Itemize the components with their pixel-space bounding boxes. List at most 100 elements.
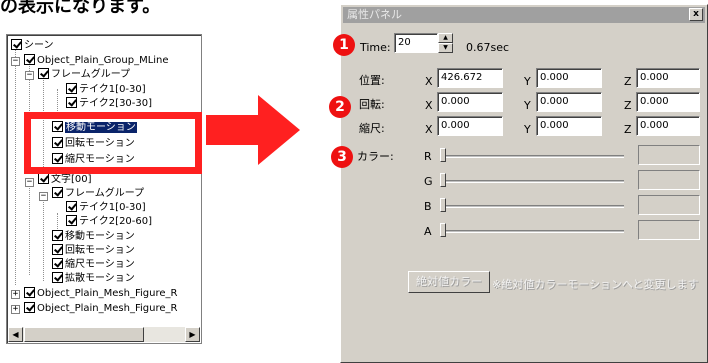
collapse-icon[interactable]: − — [39, 192, 48, 201]
tree-item-take2[interactable]: テイク2[30-30] — [66, 97, 152, 111]
checkbox-icon[interactable] — [66, 83, 77, 94]
axis-x-label: X — [425, 75, 433, 88]
red-slider-track[interactable] — [440, 155, 624, 158]
tree-item-group[interactable]: Object_Plain_Group_MLine — [24, 54, 169, 68]
channel-b-label: B — [424, 200, 432, 213]
checkbox-icon[interactable] — [66, 215, 77, 226]
blue-color-swatch — [638, 195, 700, 215]
absolute-color-note: ※絶対値カラーモーションへと変更します — [492, 278, 699, 291]
panel-titlebar[interactable]: 属性パネル x — [343, 7, 705, 23]
tree-item-take1-2[interactable]: テイク1[0-30] — [66, 201, 146, 215]
close-button[interactable]: x — [689, 8, 703, 21]
horizontal-scrollbar[interactable]: ◀ ▶ — [8, 327, 200, 342]
channel-g-label: G — [424, 175, 433, 188]
tree-item-diffuse-motion[interactable]: 拡散モーション — [52, 272, 135, 286]
screenshot-stage: の表示になります。 シーン − Object_Plain_Group_MLine… — [0, 0, 708, 363]
green-color-swatch — [638, 170, 700, 190]
rotation-x-field[interactable]: 0.000 — [437, 92, 503, 112]
position-x-field[interactable]: 426.672 — [437, 68, 503, 88]
scale-label: 縮尺: — [359, 122, 385, 135]
axis-y-label: Y — [524, 75, 531, 88]
checkbox-icon[interactable] — [11, 39, 22, 50]
tree-item-frame-group[interactable]: フレームグループ — [38, 68, 130, 82]
position-z-field[interactable]: 0.000 — [636, 68, 700, 88]
tree-item-move-motion-2[interactable]: 移動モーション — [52, 230, 135, 244]
checkbox-icon[interactable] — [52, 272, 63, 283]
time-seconds: 0.67sec — [466, 41, 510, 54]
tree-item-text[interactable]: 文字[00] — [38, 173, 92, 187]
expand-icon[interactable]: + — [11, 290, 20, 299]
axis-z-label: Z — [624, 99, 632, 112]
checkbox-icon[interactable] — [52, 230, 63, 241]
position-y-field[interactable]: 0.000 — [536, 68, 602, 88]
highlight-box — [24, 112, 202, 174]
tree-item-scale-motion-2[interactable]: 縮尺モーション — [52, 258, 135, 272]
tree-connector — [43, 199, 44, 281]
tree-item-rotate-motion-2[interactable]: 回転モーション — [52, 244, 135, 258]
time-spinner[interactable]: ▲ ▼ — [438, 33, 453, 53]
tree-item-scene[interactable]: シーン — [11, 39, 54, 53]
step-badge-2: 2 — [329, 96, 351, 118]
green-slider-thumb[interactable] — [440, 173, 446, 187]
red-color-swatch — [638, 145, 700, 165]
tree-item-take1[interactable]: テイク1[0-30] — [66, 83, 146, 97]
checkbox-icon[interactable] — [38, 173, 49, 184]
checkbox-icon[interactable] — [66, 97, 77, 108]
checkbox-icon[interactable] — [52, 258, 63, 269]
checkbox-icon[interactable] — [52, 244, 63, 255]
panel-title: 属性パネル — [347, 8, 402, 21]
scroll-left-icon[interactable]: ◀ — [8, 327, 23, 342]
checkbox-icon[interactable] — [52, 187, 63, 198]
arrow-right-icon — [206, 95, 300, 165]
tree-connector — [29, 185, 30, 275]
axis-x-label: X — [425, 123, 433, 136]
red-slider-thumb[interactable] — [440, 148, 446, 162]
axis-y-label: Y — [524, 123, 531, 136]
checkbox-icon[interactable] — [24, 54, 35, 65]
page-headline: の表示になります。 — [0, 0, 161, 17]
axis-z-label: Z — [624, 75, 632, 88]
tree-item-mesh-figure-1[interactable]: Object_Plain_Mesh_Figure_R — [24, 287, 177, 301]
tree-item-frame-group-2[interactable]: フレームグループ — [52, 187, 144, 201]
alpha-slider-thumb[interactable] — [440, 223, 446, 237]
absolute-color-button[interactable]: 絶対値カラー — [408, 271, 490, 293]
spin-down-icon[interactable]: ▼ — [438, 43, 453, 53]
color-label: カラー: — [357, 150, 394, 163]
blue-slider-thumb[interactable] — [440, 198, 446, 212]
tree-item-take2-2[interactable]: テイク2[20-60] — [66, 215, 152, 229]
scale-z-field[interactable]: 0.000 — [636, 116, 700, 136]
tree-item-mesh-figure-2[interactable]: Object_Plain_Mesh_Figure_R — [24, 302, 177, 316]
scrollbar-thumb[interactable] — [24, 327, 144, 342]
scale-x-field[interactable]: 0.000 — [437, 116, 503, 136]
position-label: 位置: — [359, 74, 385, 87]
alpha-slider-track[interactable] — [440, 230, 624, 233]
rotation-label: 回転: — [359, 98, 385, 111]
channel-r-label: R — [424, 150, 432, 163]
checkbox-icon[interactable] — [24, 302, 35, 313]
time-input[interactable]: 20 — [394, 33, 438, 53]
step-badge-3: 3 — [331, 146, 353, 168]
spin-up-icon[interactable]: ▲ — [438, 33, 453, 43]
channel-a-label: A — [424, 225, 432, 238]
axis-z-label: Z — [624, 123, 632, 136]
collapse-icon[interactable]: − — [11, 57, 20, 66]
step-badge-1: 1 — [333, 34, 355, 56]
rotation-z-field[interactable]: 0.000 — [636, 92, 700, 112]
blue-slider-track[interactable] — [440, 205, 624, 208]
time-label: Time: — [360, 41, 391, 54]
expand-icon[interactable]: + — [11, 305, 20, 314]
scene-tree[interactable]: シーン − Object_Plain_Group_MLine − フレームグルー… — [6, 34, 202, 344]
scale-y-field[interactable]: 0.000 — [536, 116, 602, 136]
green-slider-track[interactable] — [440, 180, 624, 183]
collapse-icon[interactable]: − — [25, 178, 34, 187]
rotation-y-field[interactable]: 0.000 — [536, 92, 602, 112]
axis-x-label: X — [425, 99, 433, 112]
checkbox-icon[interactable] — [24, 287, 35, 298]
checkbox-icon[interactable] — [66, 201, 77, 212]
axis-y-label: Y — [524, 99, 531, 112]
alpha-color-swatch — [638, 220, 700, 240]
scroll-right-icon[interactable]: ▶ — [185, 327, 200, 342]
checkbox-icon[interactable] — [38, 68, 49, 79]
tree-connector — [15, 47, 16, 285]
collapse-icon[interactable]: − — [25, 71, 34, 80]
